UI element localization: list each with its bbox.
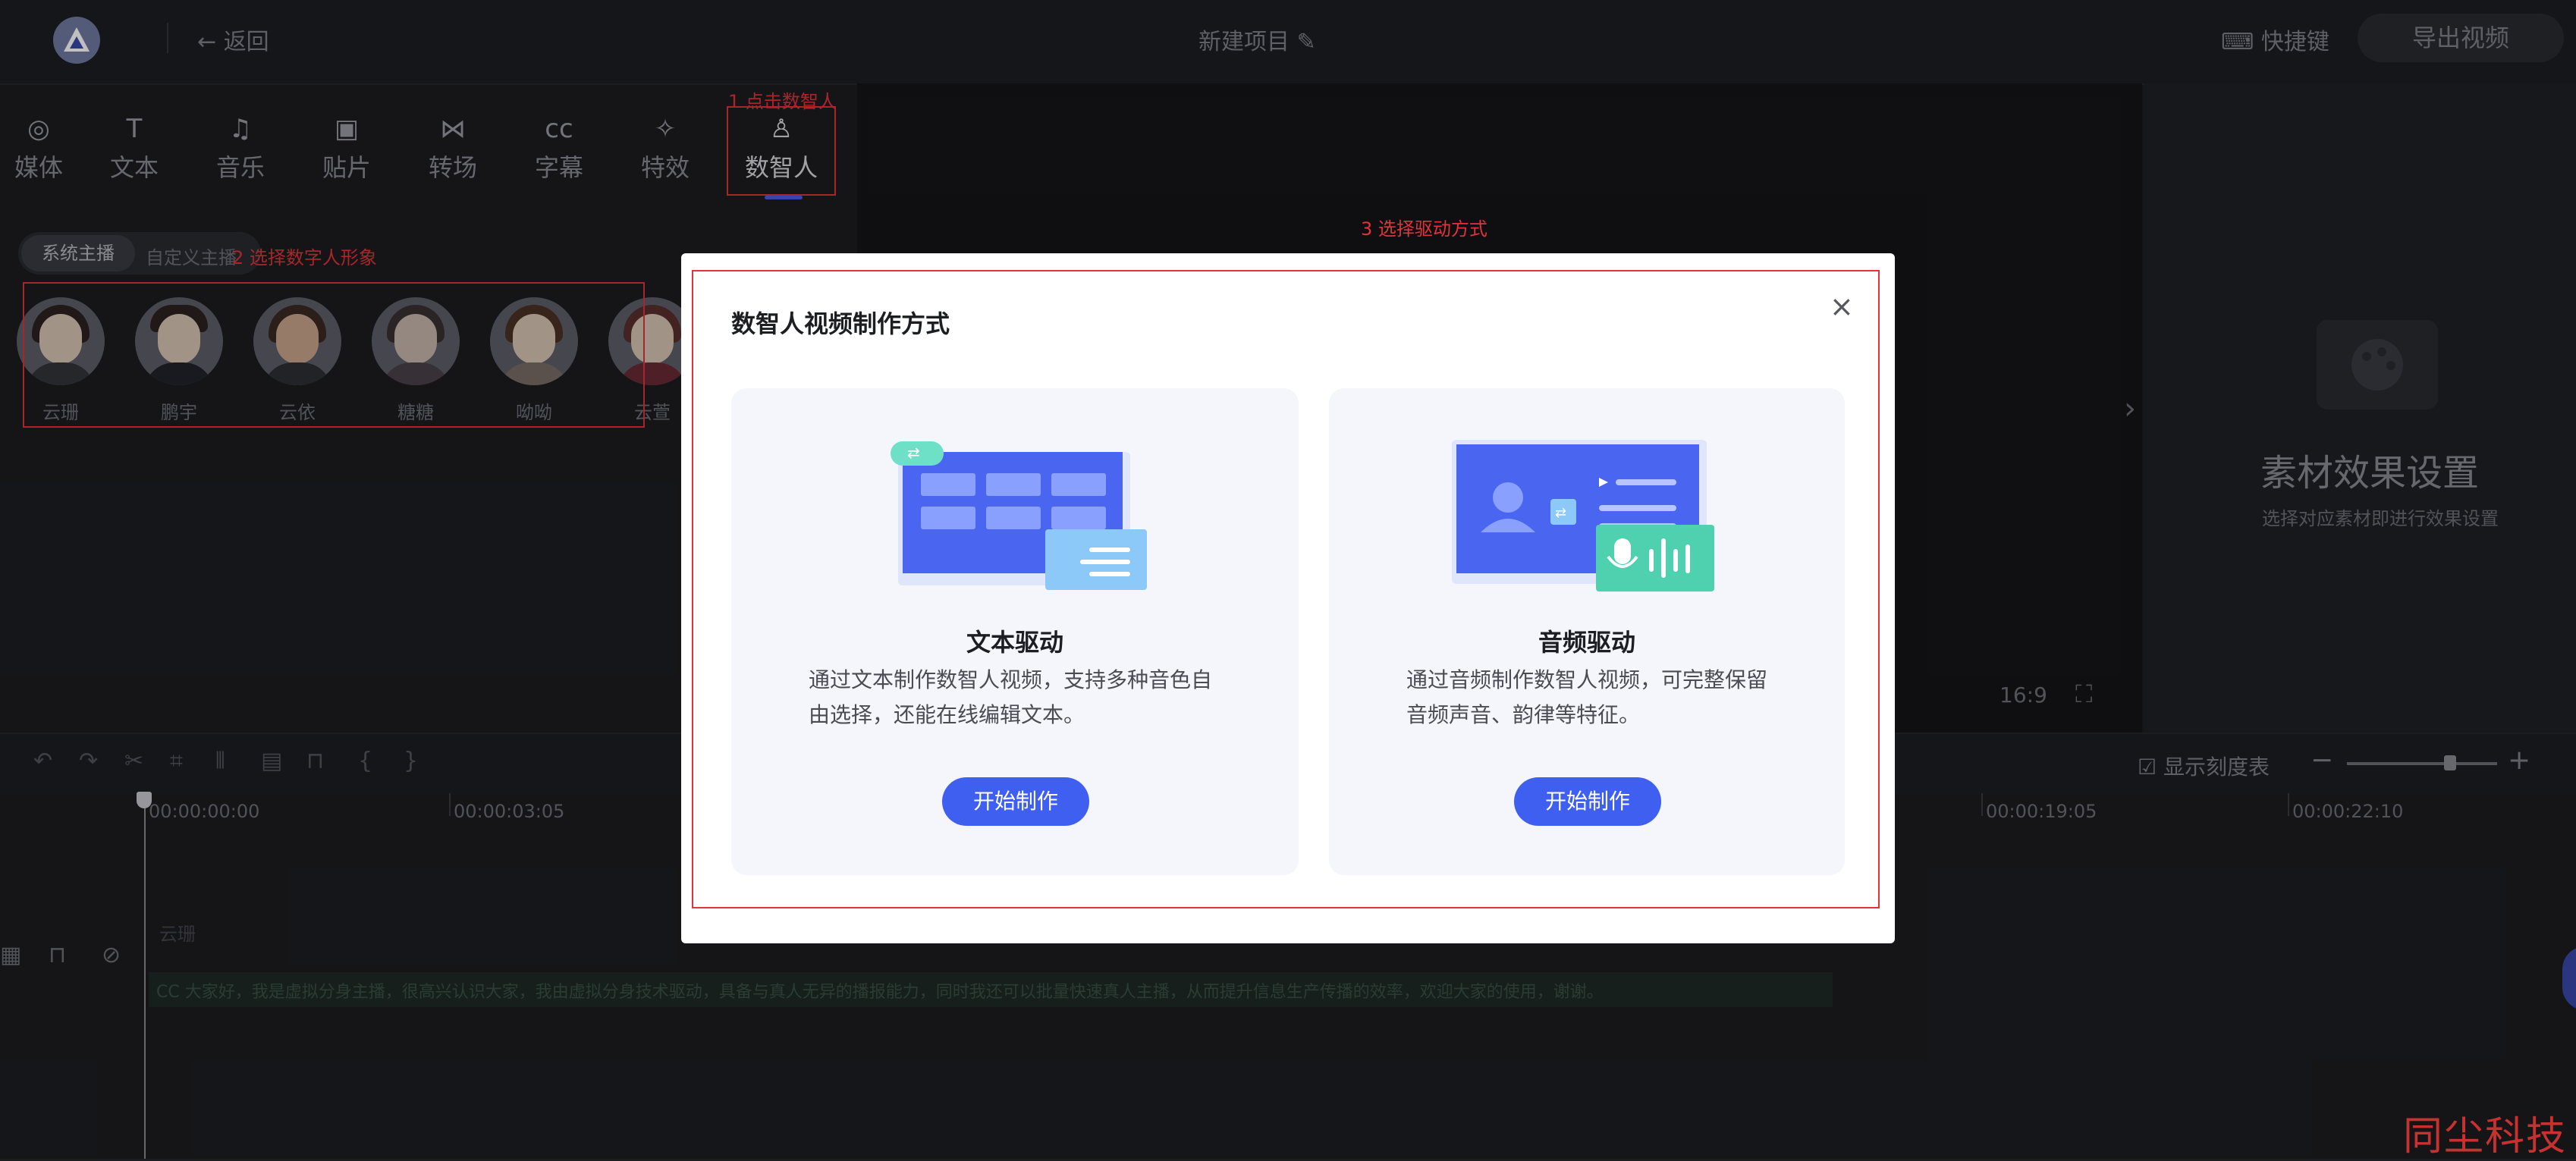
audio-driven-start-button[interactable]: 开始制作 — [1514, 777, 1661, 826]
svg-text:⇄: ⇄ — [1555, 505, 1566, 521]
audio-driven-title: 音频驱动 — [1538, 628, 1635, 657]
text-driven-image: ⇄ — [891, 441, 1147, 590]
text-driven-desc-line2: 由选择，还能在线编辑文本。 — [809, 702, 1085, 727]
text-driven-title: 文本驱动 — [966, 628, 1063, 657]
audio-driven-desc-line2: 音频声音、韵律等特征。 — [1406, 702, 1641, 727]
text-driven-start-button[interactable]: 开始制作 — [942, 777, 1089, 826]
dialog-title: 数智人视频制作方式 — [731, 309, 950, 338]
text-driven-desc-line1: 通过文本制作数智人视频，支持多种音色自 — [809, 667, 1213, 692]
watermark: 同尘科技 — [2403, 1114, 2568, 1159]
audio-driven-image: ⇄ — [1452, 440, 1714, 591]
text-driven-illustration: ⇄ — [884, 441, 1150, 596]
audio-driven-desc-line1: 通过音频制作数智人视频，可完整保留 — [1406, 667, 1768, 692]
svg-text:⇄: ⇄ — [907, 444, 920, 462]
close-icon[interactable]: × — [1830, 290, 1854, 323]
annotation-step3: 3 选择驱动方式 — [1361, 218, 1487, 240]
audio-driven-illustration: ⇄ — [1447, 435, 1720, 598]
